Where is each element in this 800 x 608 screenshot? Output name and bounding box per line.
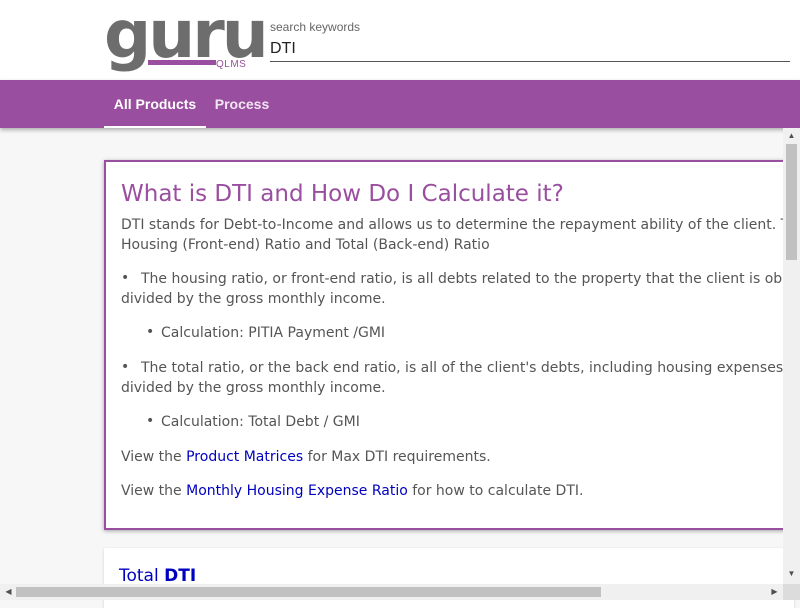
horizontal-scrollbar[interactable]: ◀ ▶ bbox=[0, 584, 783, 600]
bullet-2-line-2: divided by the gross monthly income. bbox=[121, 380, 386, 396]
horizontal-scroll-thumb[interactable] bbox=[16, 587, 601, 597]
view-suffix-2: for how to calculate DTI. bbox=[407, 483, 584, 499]
calculation-2: Calculation: Total Debt / GMI bbox=[161, 414, 360, 430]
vertical-scrollbar[interactable]: ▲ ▼ bbox=[783, 128, 800, 584]
bullet-2-line-1: The total ratio, or the back end ratio, … bbox=[141, 360, 794, 376]
scroll-down-icon[interactable]: ▼ bbox=[783, 566, 800, 582]
view-prefix-2: View the bbox=[121, 483, 187, 499]
search-input[interactable] bbox=[270, 37, 790, 62]
intro-line-2: Housing (Front-end) Ratio and Total (Bac… bbox=[121, 237, 490, 253]
scroll-up-icon[interactable]: ▲ bbox=[783, 128, 800, 144]
view-product-matrices-text: View the Product Matrices for Max DTI re… bbox=[121, 447, 491, 467]
header: guru QLMS search keywords bbox=[0, 0, 800, 80]
logo-underline bbox=[148, 60, 216, 65]
monthly-housing-expense-ratio-link[interactable]: Monthly Housing Expense Ratio bbox=[186, 483, 408, 499]
bullet-1-line-2: divided by the gross monthly income. bbox=[121, 291, 386, 307]
bullet-1-marker: • bbox=[121, 270, 130, 286]
view-housing-ratio-text: View the Monthly Housing Expense Ratio f… bbox=[121, 481, 583, 501]
search-label: search keywords bbox=[270, 20, 361, 34]
calculation-1: Calculation: PITIA Payment /GMI bbox=[161, 325, 386, 341]
sub-bullet-2-marker: • bbox=[146, 413, 155, 429]
bullet-2-marker: • bbox=[121, 359, 130, 375]
view-prefix-1: View the bbox=[121, 449, 187, 465]
guru-logo[interactable]: guru QLMS bbox=[104, 2, 269, 78]
scroll-right-icon[interactable]: ▶ bbox=[766, 584, 783, 600]
view-suffix-1: for Max DTI requirements. bbox=[303, 449, 491, 465]
vertical-scroll-thumb[interactable] bbox=[786, 144, 797, 260]
intro-line-1: DTI stands for Debt-to-Income and allows… bbox=[121, 217, 794, 233]
scroll-left-icon[interactable]: ◀ bbox=[0, 584, 17, 600]
bullet-1-line-1: The housing ratio, or front-end ratio, i… bbox=[141, 271, 794, 287]
article-title[interactable]: What is DTI and How Do I Calculate it? bbox=[121, 181, 564, 207]
active-tab-indicator bbox=[104, 126, 206, 128]
tab-all-products[interactable]: All Products bbox=[104, 80, 206, 128]
nav-bar: All Products Process bbox=[0, 80, 800, 128]
result-title-highlight: DTI bbox=[164, 566, 197, 586]
sub-bullet-1-marker: • bbox=[146, 324, 155, 340]
scrollbar-corner bbox=[783, 584, 800, 600]
tab-process[interactable]: Process bbox=[206, 80, 278, 128]
result-title[interactable]: Total DTI bbox=[119, 566, 196, 586]
result-title-prefix: Total bbox=[119, 566, 165, 586]
logo-subtext: QLMS bbox=[216, 59, 247, 70]
article-card[interactable]: What is DTI and How Do I Calculate it? D… bbox=[104, 160, 794, 530]
product-matrices-link[interactable]: Product Matrices bbox=[186, 449, 303, 465]
